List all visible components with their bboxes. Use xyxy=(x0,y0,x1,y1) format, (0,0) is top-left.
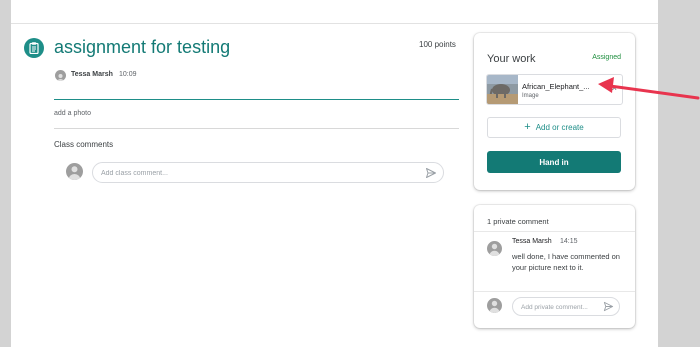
top-bar xyxy=(11,0,658,24)
class-comments-label: Class comments xyxy=(54,140,114,149)
attachment-thumbnail xyxy=(487,75,518,104)
author-name: Tessa Marsh xyxy=(71,71,113,78)
attachment-type: Image xyxy=(522,93,539,99)
post-time: 10:09 xyxy=(119,71,137,78)
divider xyxy=(54,128,459,129)
send-icon[interactable] xyxy=(603,301,614,312)
your-work-card: Your work Assigned African_Elephant_... … xyxy=(474,33,635,190)
divider xyxy=(474,291,635,292)
your-work-title: Your work xyxy=(487,53,536,65)
private-comments-header: 1 private comment xyxy=(487,217,549,226)
class-comment-input[interactable] xyxy=(101,166,401,180)
attachment-name: African_Elephant_... xyxy=(522,82,590,91)
divider xyxy=(474,231,635,232)
points-label: 100 points xyxy=(419,40,456,49)
add-or-create-label: Add or create xyxy=(535,123,584,132)
comment-time: 14:15 xyxy=(560,238,578,245)
comment-author: Tessa Marsh xyxy=(512,238,552,245)
avatar xyxy=(487,298,502,313)
avatar xyxy=(55,70,66,81)
status-badge: Assigned xyxy=(592,54,621,61)
comment-text: well done, I have commented on your pict… xyxy=(512,252,620,272)
divider xyxy=(54,99,459,100)
plus-icon: + xyxy=(524,121,531,133)
private-comment-input[interactable] xyxy=(521,301,597,313)
send-icon[interactable] xyxy=(425,167,437,179)
add-or-create-button[interactable]: + Add or create xyxy=(487,117,621,138)
private-comment-box xyxy=(512,297,620,316)
annotation-arrow-icon xyxy=(598,77,700,100)
assignment-icon xyxy=(24,38,44,58)
private-comments-card: 1 private comment Tessa Marsh 14:15 well… xyxy=(474,205,635,328)
hand-in-button[interactable]: Hand in xyxy=(487,151,621,173)
page-title: assignment for testing xyxy=(54,37,231,57)
assignment-description: add a photo xyxy=(54,110,91,117)
class-comment-box xyxy=(92,162,444,183)
avatar xyxy=(487,241,502,256)
avatar xyxy=(66,163,83,180)
